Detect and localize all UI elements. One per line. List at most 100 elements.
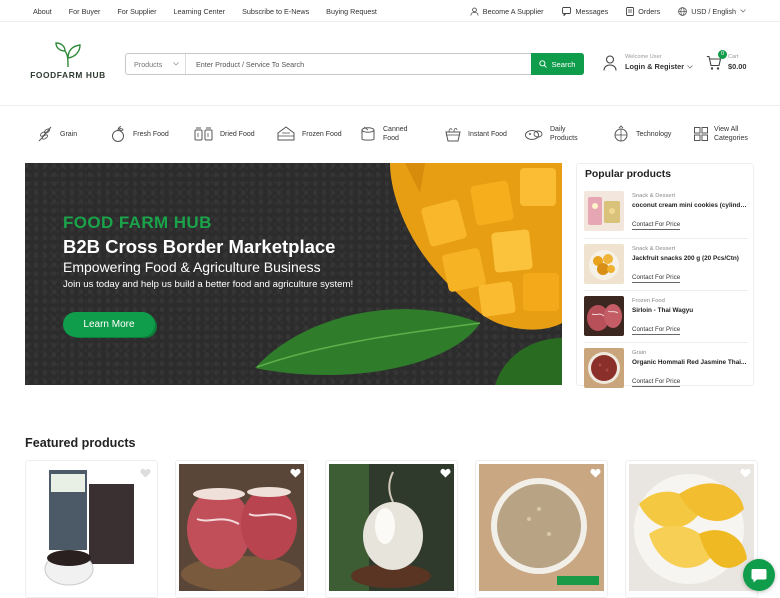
currency-language-select[interactable]: USD / English [678, 7, 750, 16]
featured-product-card[interactable] [175, 460, 308, 598]
popular-products-panel: Popular products Snack & Dessert coconut… [576, 163, 754, 388]
user-icon [603, 54, 617, 71]
top-nav-about[interactable]: About [33, 7, 52, 16]
chat-button[interactable] [743, 559, 775, 591]
top-nav-subscribe[interactable]: Subscribe to E-News [242, 7, 309, 16]
product-category: Snack & Dessert [632, 193, 676, 199]
globe-icon [678, 6, 688, 16]
category-label: Dried Food [220, 130, 255, 138]
product-thumbnail [584, 296, 624, 336]
category-label: Daily Products [550, 126, 578, 142]
cart-label: Cart [728, 54, 739, 60]
category-dried-food[interactable]: Dried Food [194, 118, 255, 150]
category-daily-products[interactable]: Daily Products [524, 118, 584, 150]
search-button-label: Search [551, 59, 576, 69]
product-category: Grain [632, 350, 647, 356]
product-name[interactable]: Organic Hommali Red Jasmine Thai... [632, 359, 748, 366]
contact-for-price-link[interactable]: Contact For Price [632, 274, 681, 283]
search-category-select[interactable]: Products [126, 54, 186, 74]
product-name[interactable]: Sirloin - Thai Wagyu [632, 307, 748, 314]
heart-icon[interactable] [740, 468, 751, 478]
search-input[interactable] [186, 54, 531, 74]
category-label: Instant Food [468, 130, 507, 138]
product-thumbnail [584, 191, 624, 231]
product-category: Frozen Food [632, 298, 665, 304]
product-image [29, 464, 154, 591]
category-view-all[interactable]: View All Categories [694, 118, 756, 150]
hero-title: B2B Cross Border Marketplace [63, 236, 336, 257]
product-name[interactable]: coconut cream mini cookies (cylinder... [632, 202, 748, 209]
heart-icon[interactable] [440, 468, 451, 478]
search-category-label: Products [134, 59, 163, 69]
cart-button[interactable]: 0 Cart $0.00 [706, 49, 747, 71]
top-nav: About For Buyer For Supplier Learning Ce… [33, 0, 394, 22]
canned-food-icon [361, 126, 375, 141]
top-bar: About For Buyer For Supplier Learning Ce… [0, 0, 780, 22]
contact-for-price-link[interactable]: Contact For Price [632, 326, 681, 335]
top-nav-buying-request[interactable]: Buying Request [326, 7, 377, 16]
search-bar: Products Search [125, 53, 584, 75]
chevron-down-icon [687, 64, 693, 69]
featured-product-card[interactable] [625, 460, 758, 598]
popular-product-item[interactable]: Frozen Food Sirloin - Thai Wagyu Contact… [584, 296, 748, 338]
search-button[interactable]: Search [531, 53, 584, 75]
chat-icon [751, 568, 767, 582]
popular-product-item[interactable]: Grain Organic Hommali Red Jasmine Thai..… [584, 348, 748, 390]
heart-icon[interactable] [590, 468, 601, 478]
product-category: Snack & Dessert [632, 246, 676, 252]
technology-icon [614, 125, 628, 142]
hero-subtitle: Empowering Food & Agriculture Business [63, 259, 321, 275]
frozen-food-icon [277, 126, 295, 141]
featured-product-card[interactable] [25, 460, 158, 598]
product-thumbnail [584, 348, 624, 388]
hero-banner: FOOD FARM HUB B2B Cross Border Marketpla… [25, 163, 562, 385]
product-image [629, 464, 754, 591]
category-label: Technology [636, 130, 672, 138]
message-icon [561, 6, 571, 16]
featured-product-card[interactable] [475, 460, 608, 598]
instant-food-icon [445, 127, 461, 142]
daily-products-icon [525, 130, 543, 140]
fresh-food-icon [112, 126, 124, 142]
product-name[interactable]: Jackfruit snacks 200 g (20 Pcs/Ctn) [632, 255, 748, 262]
product-image [179, 464, 304, 591]
orders-label: Orders [638, 6, 661, 16]
heart-icon[interactable] [140, 468, 151, 478]
top-nav-for-buyer[interactable]: For Buyer [69, 7, 101, 16]
header: FOODFARM HUB Products Search Welcome Use… [0, 22, 780, 106]
top-nav-learning-center[interactable]: Learning Center [174, 7, 226, 16]
contact-for-price-link[interactable]: Contact For Price [632, 221, 681, 230]
orders-icon [626, 6, 635, 16]
orders-link[interactable]: Orders [626, 7, 660, 16]
popular-product-item[interactable]: Snack & Dessert coconut cream mini cooki… [584, 191, 748, 233]
messages-link[interactable]: Messages [561, 6, 609, 16]
become-supplier-link[interactable]: Become A Supplier [470, 7, 544, 16]
login-register-link[interactable]: Login & Register [625, 62, 684, 71]
category-technology[interactable]: Technology [612, 118, 671, 150]
learn-more-button[interactable]: Learn More [63, 312, 155, 337]
hero-text: Join us today and help us build a better… [63, 279, 354, 290]
category-instant-food[interactable]: Instant Food [444, 118, 507, 150]
category-canned-food[interactable]: Canned Food [359, 118, 419, 150]
grain-icon [38, 126, 52, 142]
become-supplier-label: Become A Supplier [482, 6, 544, 16]
dried-food-icon [194, 127, 213, 141]
featured-product-card[interactable] [325, 460, 458, 598]
category-label: Fresh Food [133, 130, 169, 138]
messages-label: Messages [575, 6, 609, 16]
category-grain[interactable]: Grain [36, 118, 77, 150]
product-thumbnail [584, 244, 624, 284]
category-fresh-food[interactable]: Fresh Food [109, 118, 169, 150]
category-frozen-food[interactable]: Frozen Food [276, 118, 342, 150]
site-logo[interactable]: FOODFARM HUB [30, 42, 106, 88]
cart-count-badge: 0 [718, 49, 727, 59]
user-icon [470, 7, 479, 16]
grid-icon [694, 127, 708, 141]
account-menu[interactable]: Welcome User Login & Register [603, 54, 693, 71]
heart-icon[interactable] [290, 468, 301, 478]
top-nav-for-supplier[interactable]: For Supplier [117, 7, 156, 16]
category-label: Frozen Food [302, 130, 342, 138]
popular-product-item[interactable]: Snack & Dessert Jackfruit snacks 200 g (… [584, 244, 748, 286]
chevron-down-icon [740, 9, 746, 13]
contact-for-price-link[interactable]: Contact For Price [632, 378, 681, 387]
